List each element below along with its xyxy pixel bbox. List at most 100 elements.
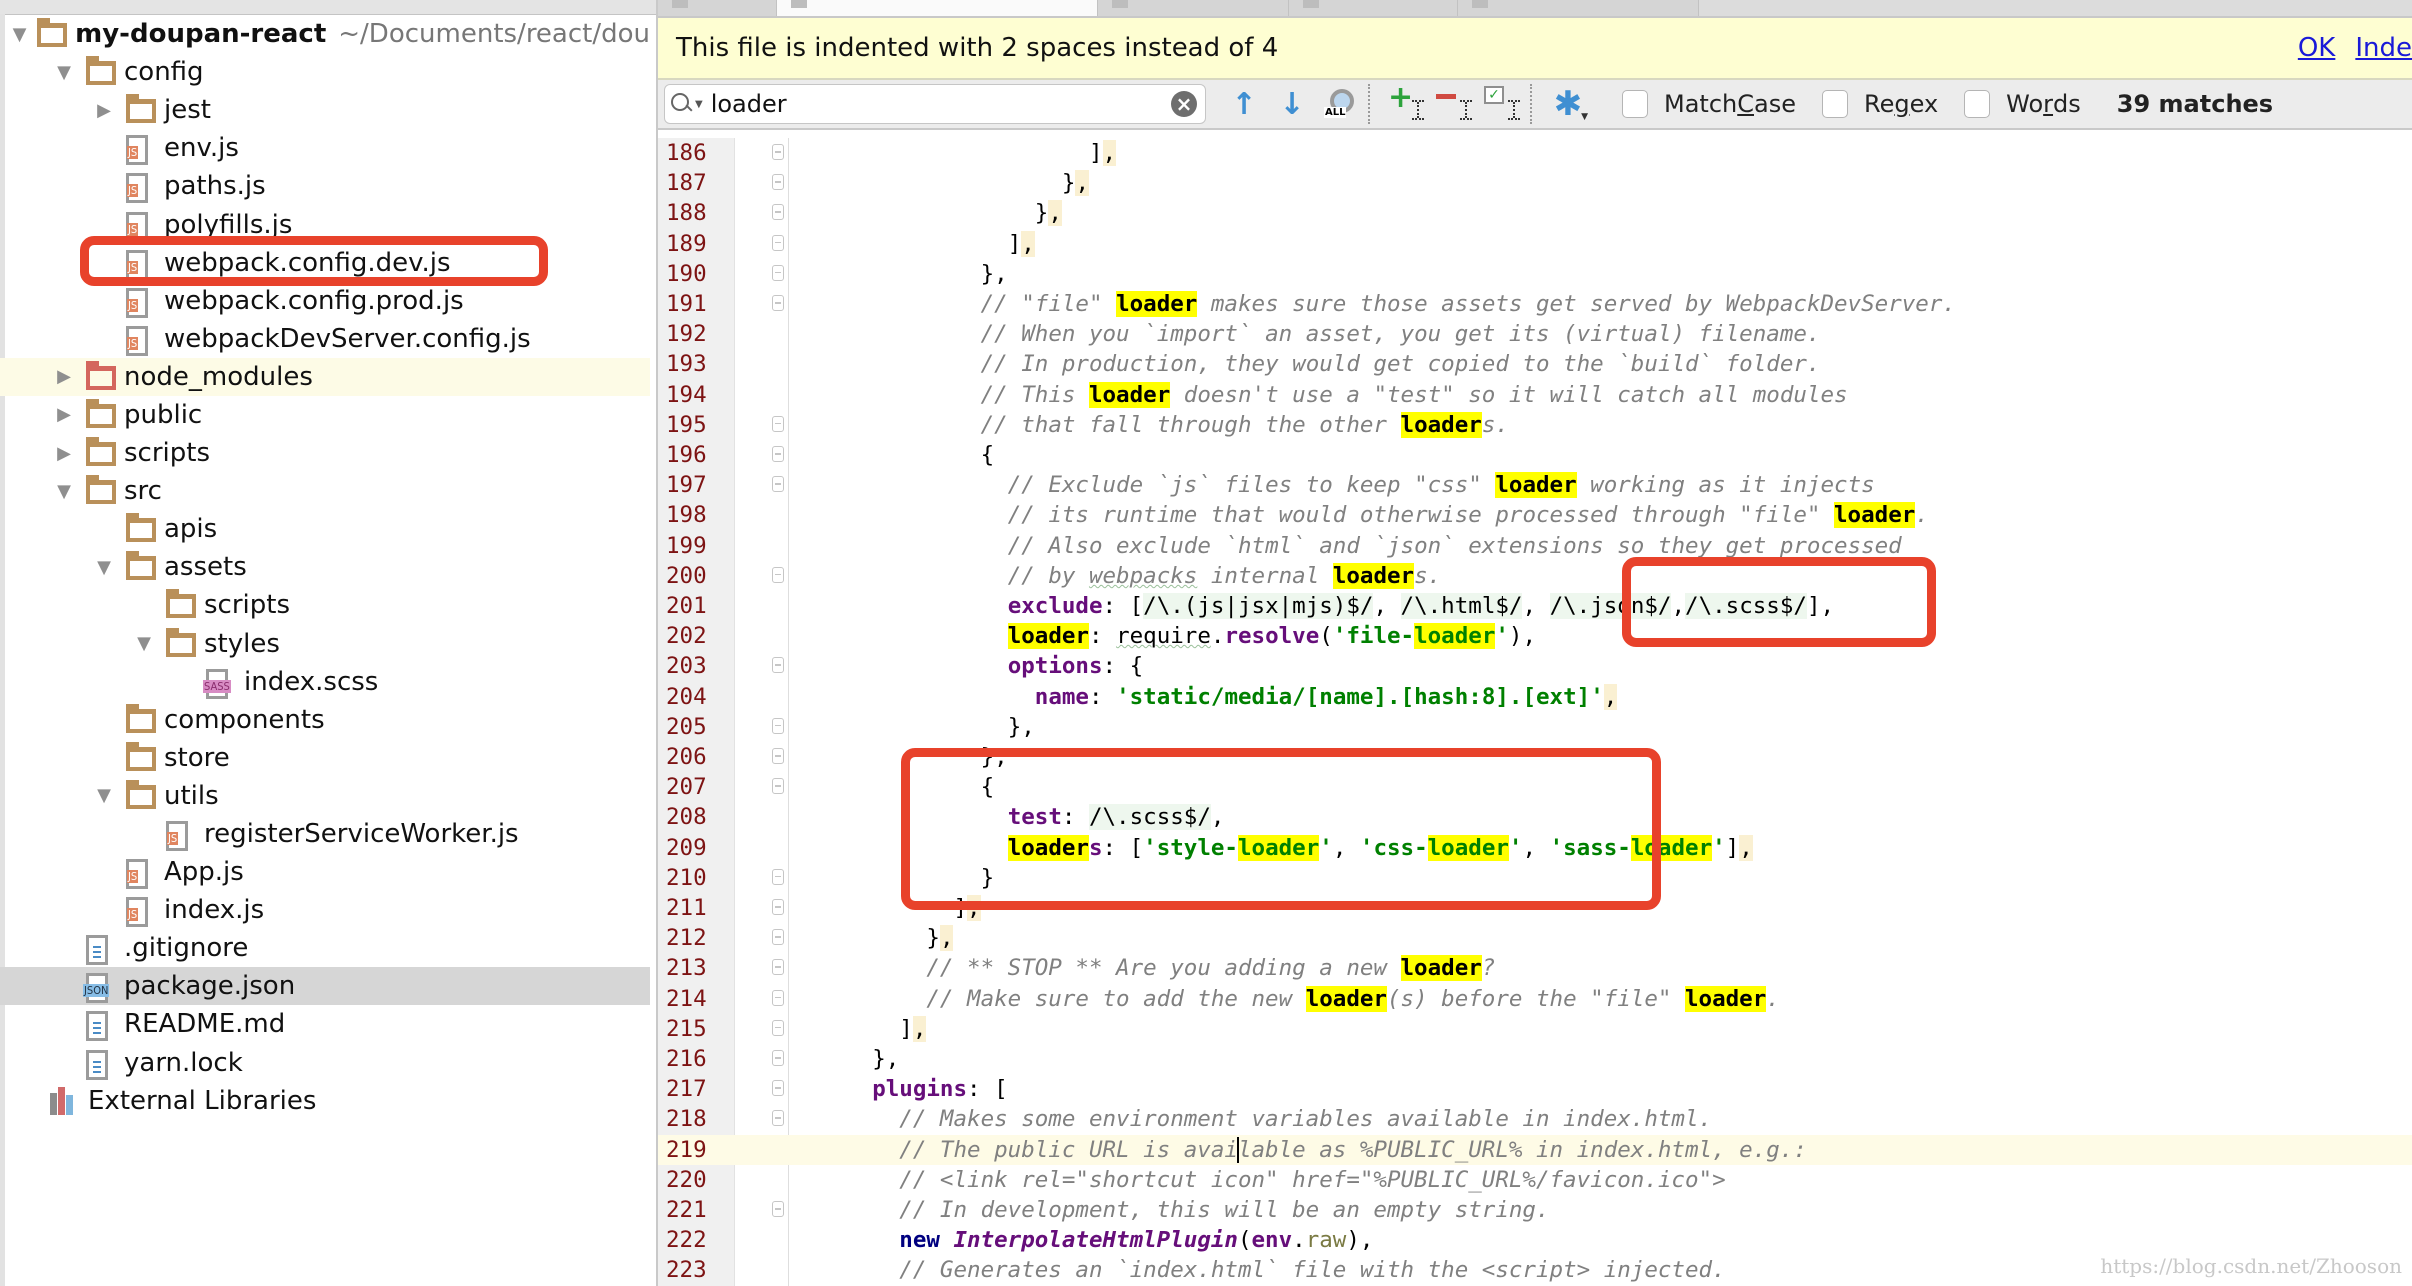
add-occurrence-button[interactable]: +	[1386, 83, 1426, 124]
fold-marker-icon[interactable]	[772, 959, 784, 976]
code-line[interactable]: 220 // <link rel="shortcut icon" href="%P…	[658, 1165, 2412, 1195]
tree-item-project-root[interactable]: ▼ my-doupan-react ~/Documents/react/dou	[0, 15, 650, 53]
tree-item-assets[interactable]: ▼ assets	[0, 548, 650, 586]
expanded-arrow-icon[interactable]: ▼	[52, 479, 76, 503]
search-settings-button[interactable]: ✱ ▼	[1548, 84, 1588, 124]
fold-marker-icon[interactable]	[772, 295, 784, 311]
code-line[interactable]: 212},	[658, 923, 2412, 953]
code-line[interactable]: 194 // This loader doesn't use a "test" s…	[658, 380, 2412, 410]
code-line[interactable]: 219 // The public URL is available as %PU…	[658, 1134, 2412, 1165]
fold-marker-icon[interactable]	[772, 446, 784, 462]
code-line[interactable]: 198 // its runtime that would otherwise p…	[658, 500, 2412, 530]
code-line[interactable]: 187},	[658, 168, 2412, 198]
fold-marker-icon[interactable]	[772, 1080, 784, 1097]
tree-item-package-json[interactable]: JSON package.json	[0, 967, 650, 1006]
tree-item-webpack-config-dev[interactable]: JS webpack.config.dev.js	[0, 244, 650, 282]
toggle-occurrence-button[interactable]: ✓	[1482, 84, 1522, 124]
search-icon[interactable]	[669, 89, 699, 119]
code-line[interactable]: 199 // Also exclude `html` and `json` ext…	[658, 531, 2412, 561]
expanded-arrow-icon[interactable]: ▼	[132, 632, 156, 656]
editor-tab[interactable]	[1458, 0, 1699, 16]
tree-item-polyfills-js[interactable]: JS polyfills.js	[0, 205, 650, 243]
code-line[interactable]: 207 {	[658, 772, 2412, 802]
words-checkbox[interactable]: Wo r ds	[1964, 90, 2081, 118]
code-line[interactable]: 216},	[658, 1044, 2412, 1074]
expanded-arrow-icon[interactable]: ▼	[52, 60, 76, 84]
collapsed-arrow-icon[interactable]: ▶	[52, 441, 76, 465]
fold-marker-icon[interactable]	[772, 929, 784, 946]
checkbox[interactable]	[1622, 90, 1648, 118]
fold-marker-icon[interactable]	[772, 415, 784, 432]
fold-marker-icon[interactable]	[772, 264, 784, 281]
previous-occurrence-button[interactable]: ↑	[1224, 84, 1264, 124]
code-editor[interactable]: 186], 187}, 188}, 189], 190}, 191// "file" lo…	[658, 138, 2412, 1286]
code-line[interactable]: 217 plugins: [	[658, 1074, 2412, 1104]
regex-checkbox[interactable]: Re g ex	[1821, 90, 1938, 118]
code-line[interactable]: 188},	[658, 198, 2412, 228]
tree-item-apis[interactable]: apis	[0, 510, 650, 548]
tree-item-config[interactable]: ▼ config	[0, 53, 650, 91]
fold-marker-icon[interactable]	[772, 234, 784, 251]
tree-item-public[interactable]: ▶ public	[0, 396, 650, 434]
code-line[interactable]: 211],	[658, 893, 2412, 923]
code-line[interactable]: 196 {	[658, 440, 2412, 470]
code-line[interactable]: 197 // Exclude `js` files to keep "css" l…	[658, 470, 2412, 500]
fold-marker-icon[interactable]	[772, 204, 784, 221]
tree-item-paths-js[interactable]: JS paths.js	[0, 167, 650, 205]
search-input[interactable]	[708, 89, 1153, 119]
code-line[interactable]: 202 loader: require.resolve('file-loader'…	[658, 621, 2412, 651]
code-line[interactable]: 192 // When you `import` an asset, you ge…	[658, 319, 2412, 349]
code-line[interactable]: 209 loaders: ['style-loader', 'css-loader…	[658, 833, 2412, 863]
fold-marker-icon[interactable]	[772, 1019, 784, 1036]
checkbox[interactable]	[1821, 90, 1848, 118]
tree-item-webpack-config-prod[interactable]: JS webpack.config.prod.js	[0, 282, 650, 320]
code-line[interactable]: 204 name: 'static/media/[name].[hash:8].[…	[658, 682, 2412, 712]
code-line[interactable]: 222 new InterpolateHtmlPlugin(env.raw),	[658, 1225, 2412, 1255]
code-line[interactable]: 208 test: /\.scss$/,	[658, 802, 2412, 832]
expanded-arrow-icon[interactable]: ▼	[12, 22, 27, 46]
expanded-arrow-icon[interactable]: ▼	[92, 784, 116, 808]
tree-item-components[interactable]: components	[0, 701, 650, 739]
collapsed-arrow-icon[interactable]: ▶	[92, 98, 116, 122]
code-line[interactable]: 200 // by webpacks internal loaders.	[658, 561, 2412, 591]
tree-item-utils[interactable]: ▼ utils	[0, 777, 650, 815]
tree-item-store[interactable]: store	[0, 739, 650, 777]
fold-marker-icon[interactable]	[772, 778, 784, 795]
tree-item-env-js[interactable]: JS env.js	[0, 129, 650, 167]
fold-marker-icon[interactable]	[772, 657, 784, 674]
editor-tab-active[interactable]	[777, 0, 1098, 16]
code-line[interactable]: 214 // Make sure to add the new loader(s)…	[658, 984, 2412, 1014]
expanded-arrow-icon[interactable]: ▼	[92, 555, 116, 579]
fold-marker-icon[interactable]	[772, 1201, 784, 1217]
editor-tab[interactable]	[658, 0, 777, 16]
code-line[interactable]: 221 // In development, this will be an em…	[658, 1195, 2412, 1225]
code-line[interactable]: 205},	[658, 712, 2412, 742]
fold-marker-icon[interactable]	[772, 989, 784, 1006]
tree-item-jest[interactable]: ▶ jest	[0, 91, 650, 129]
fold-marker-icon[interactable]	[772, 144, 784, 160]
code-line[interactable]: 210}	[658, 863, 2412, 893]
fold-marker-icon[interactable]	[772, 868, 784, 885]
fold-marker-icon[interactable]	[772, 717, 784, 734]
tree-item-readme[interactable]: README.md	[0, 1005, 650, 1043]
editor-tab[interactable]	[1098, 0, 1289, 16]
tree-item-styles[interactable]: ▼ styles	[0, 625, 650, 663]
tree-item-index-js[interactable]: JS index.js	[0, 891, 650, 929]
tree-item-app-js[interactable]: JS App.js	[0, 853, 650, 891]
checkbox[interactable]	[1964, 90, 1991, 118]
fold-marker-icon[interactable]	[772, 476, 784, 493]
tree-item-index-scss[interactable]: SASS index.scss	[0, 663, 650, 701]
select-all-occurrences-button[interactable]: ALL	[1320, 84, 1360, 124]
tree-item-yarn-lock[interactable]: yarn.lock	[0, 1044, 650, 1082]
code-line[interactable]: 189],	[658, 229, 2412, 259]
code-line[interactable]: 215],	[658, 1014, 2412, 1044]
tree-item-external-libraries[interactable]: External Libraries	[0, 1082, 650, 1120]
tree-item-scripts[interactable]: ▶ scripts	[0, 434, 650, 472]
next-occurrence-button[interactable]: ↓	[1272, 84, 1312, 124]
code-line[interactable]: 206},	[658, 742, 2412, 772]
fold-marker-icon[interactable]	[772, 748, 784, 764]
code-line[interactable]: 193 // In production, they would get copi…	[658, 349, 2412, 379]
fold-marker-icon[interactable]	[772, 899, 784, 915]
tree-item-gitignore[interactable]: .gitignore	[0, 929, 650, 967]
fold-marker-icon[interactable]	[772, 566, 784, 583]
